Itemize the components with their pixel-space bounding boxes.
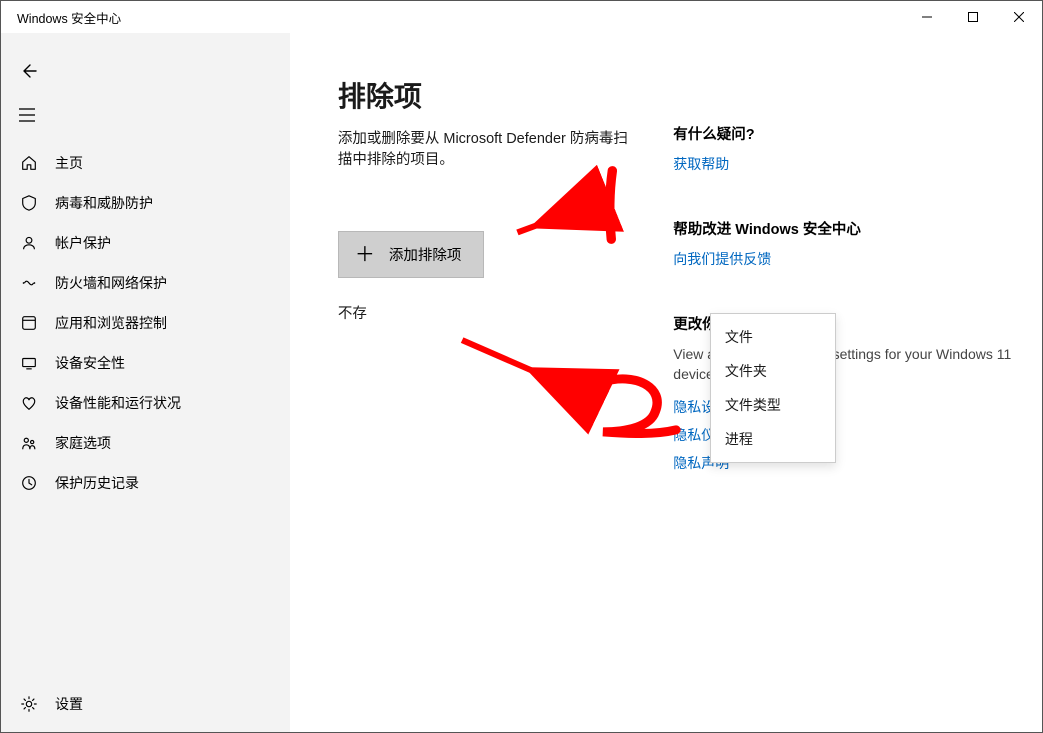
help-heading: 有什么疑问? (673, 123, 1018, 144)
flyout-item-folder[interactable]: 文件夹 (711, 354, 835, 388)
back-arrow-icon (19, 62, 37, 80)
maximize-button[interactable] (950, 1, 996, 33)
content-column: 排除项 添加或删除要从 Microsoft Defender 防病毒扫描中排除的… (338, 75, 641, 708)
shield-icon (19, 194, 39, 212)
sidebar-item-label: 主页 (55, 153, 83, 173)
add-exclusion-label: 添加排除项 (389, 244, 462, 265)
sidebar-item-virus[interactable]: 病毒和威胁防护 (1, 183, 290, 223)
plus-icon: ＋ (355, 245, 375, 265)
window-controls (904, 1, 1042, 33)
minimize-button[interactable] (904, 1, 950, 33)
window-root: Windows 安全中心 主页 (0, 0, 1043, 733)
gear-icon (19, 695, 39, 713)
sidebar-item-app-browser[interactable]: 应用和浏览器控制 (1, 303, 290, 343)
sidebar-footer: 设置 (1, 684, 290, 732)
exclusion-type-flyout: 文件 文件夹 文件类型 进程 (710, 313, 836, 463)
sidebar-item-history[interactable]: 保护历史记录 (1, 463, 290, 503)
improve-block: 帮助改进 Windows 安全中心 向我们提供反馈 (673, 218, 1018, 269)
window-title: Windows 安全中心 (17, 8, 121, 27)
sidebar-list: 主页 病毒和威胁防护 帐户保护 防火墙和网络保护 应用和浏览器控制 (1, 143, 290, 684)
hamburger-icon (19, 108, 35, 122)
sidebar-item-label: 设备安全性 (55, 353, 125, 373)
family-icon (19, 434, 39, 452)
heart-icon (19, 394, 39, 412)
nav-menu-button[interactable] (1, 93, 290, 137)
add-exclusion-button[interactable]: ＋ 添加排除项 (338, 231, 485, 278)
sidebar-item-label: 帐户保护 (55, 233, 111, 253)
history-icon (19, 474, 39, 492)
sidebar-item-label: 家庭选项 (55, 433, 111, 453)
sidebar-item-label: 设备性能和运行状况 (55, 393, 181, 413)
account-icon (19, 234, 39, 252)
sidebar-item-device-security[interactable]: 设备安全性 (1, 343, 290, 383)
improve-heading: 帮助改进 Windows 安全中心 (673, 218, 1018, 239)
sidebar: 主页 病毒和威胁防护 帐户保护 防火墙和网络保护 应用和浏览器控制 (1, 33, 290, 732)
flyout-item-file[interactable]: 文件 (711, 320, 835, 354)
device-security-icon (19, 354, 39, 372)
sidebar-item-settings[interactable]: 设置 (1, 684, 290, 724)
get-help-link[interactable]: 获取帮助 (673, 154, 1018, 174)
no-exclusions-text: 不存 (338, 302, 641, 323)
sidebar-item-label: 防火墙和网络保护 (55, 273, 167, 293)
page-description: 添加或删除要从 Microsoft Defender 防病毒扫描中排除的项目。 (338, 129, 641, 171)
sidebar-item-device-health[interactable]: 设备性能和运行状况 (1, 383, 290, 423)
firewall-icon (19, 274, 39, 292)
close-button[interactable] (996, 1, 1042, 33)
sidebar-item-label: 设置 (55, 694, 83, 714)
sidebar-item-label: 应用和浏览器控制 (55, 313, 167, 333)
back-button[interactable] (1, 49, 290, 93)
sidebar-item-home[interactable]: 主页 (1, 143, 290, 183)
flyout-item-process[interactable]: 进程 (711, 422, 835, 456)
flyout-item-label: 文件类型 (725, 397, 781, 413)
flyout-item-filetype[interactable]: 文件类型 (711, 388, 835, 422)
help-block: 有什么疑问? 获取帮助 (673, 123, 1018, 174)
feedback-link[interactable]: 向我们提供反馈 (673, 249, 1018, 269)
sidebar-item-account[interactable]: 帐户保护 (1, 223, 290, 263)
flyout-item-label: 文件夹 (725, 363, 767, 379)
flyout-item-label: 文件 (725, 329, 753, 345)
sidebar-item-label: 保护历史记录 (55, 473, 139, 493)
window-body: 主页 病毒和威胁防护 帐户保护 防火墙和网络保护 应用和浏览器控制 (1, 33, 1042, 732)
sidebar-item-label: 病毒和威胁防护 (55, 193, 153, 213)
maximize-icon (968, 12, 978, 22)
page-title: 排除项 (338, 75, 641, 115)
app-browser-icon (19, 314, 39, 332)
sidebar-item-family[interactable]: 家庭选项 (1, 423, 290, 463)
close-icon (1014, 12, 1024, 22)
home-icon (19, 154, 39, 172)
flyout-item-label: 进程 (725, 431, 753, 447)
main-content: 排除项 添加或删除要从 Microsoft Defender 防病毒扫描中排除的… (290, 33, 1042, 732)
minimize-icon (922, 12, 932, 22)
title-bar: Windows 安全中心 (1, 1, 1042, 33)
sidebar-item-firewall[interactable]: 防火墙和网络保护 (1, 263, 290, 303)
